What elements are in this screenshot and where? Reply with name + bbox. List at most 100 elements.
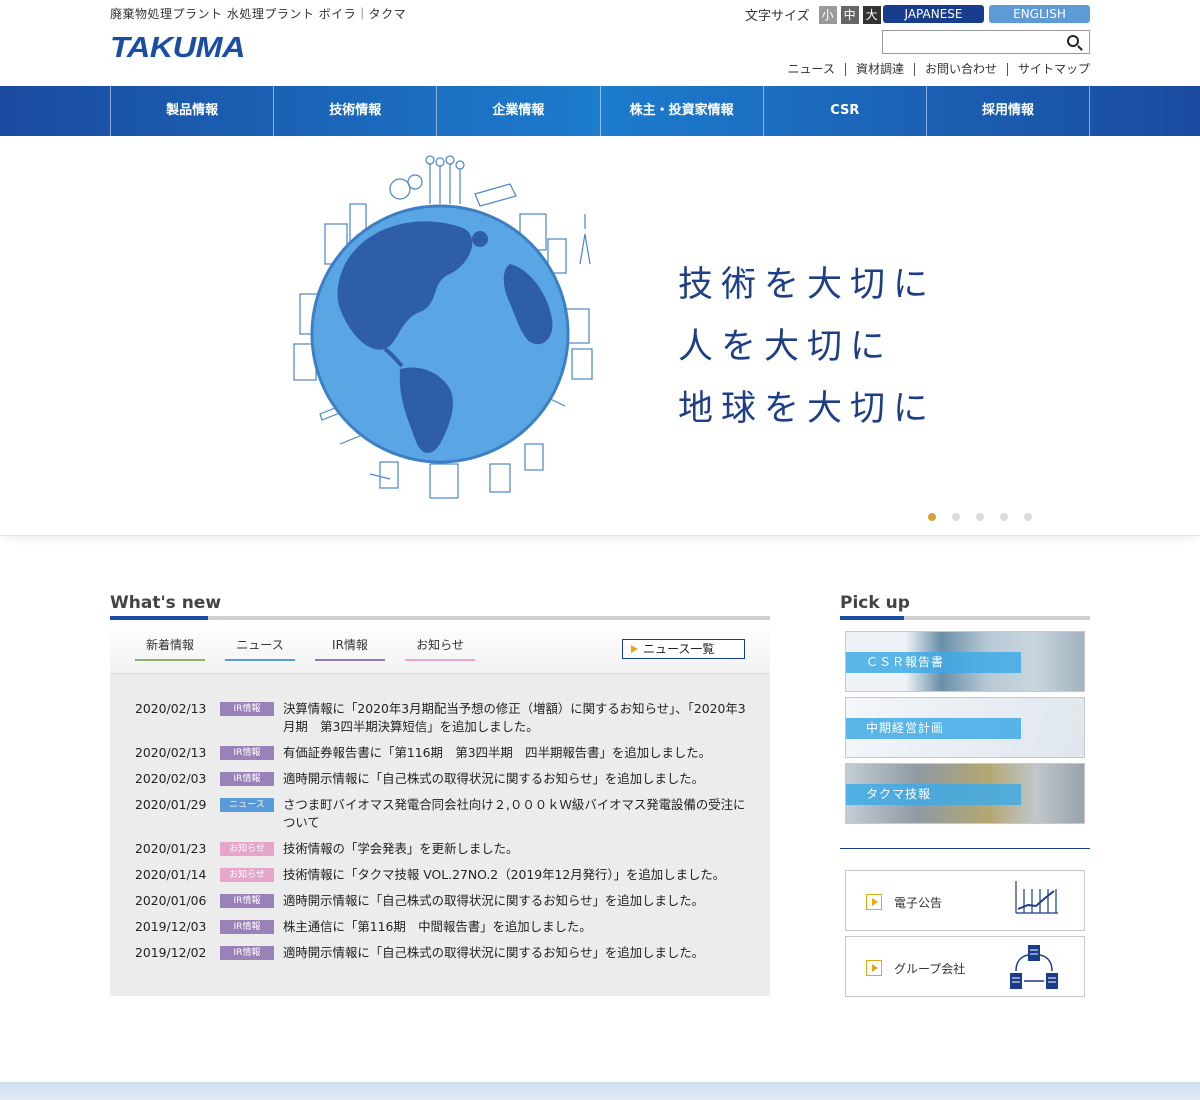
news-date: 2020/02/13 bbox=[135, 745, 207, 760]
news-date: 2020/01/29 bbox=[135, 797, 207, 812]
search-input[interactable] bbox=[887, 31, 1063, 53]
font-size-switcher: 文字サイズ 小 中 大 bbox=[745, 5, 881, 24]
category-badge: IR情報 bbox=[220, 746, 274, 760]
news-item: 2020/01/14 お知らせ 技術情報に「タクマ技報 VOL.27NO.2（201… bbox=[135, 866, 755, 884]
chart-icon bbox=[1015, 881, 1058, 914]
public-notice-link[interactable]: 電子公告 bbox=[845, 870, 1085, 931]
nav-item-company[interactable]: 企業情報 bbox=[437, 86, 601, 136]
nav-item-label: 採用情報 bbox=[981, 103, 1034, 118]
tab-news[interactable]: ニュース bbox=[225, 636, 295, 661]
slider-dot[interactable] bbox=[928, 513, 936, 521]
utility-link-contact[interactable]: お問い合わせ bbox=[913, 63, 1007, 76]
category-badge: IR情報 bbox=[220, 702, 274, 716]
news-item: 2020/02/03 IR情報 適時開示情報に「自己株式の取得状況に関するお知らせ」… bbox=[135, 770, 755, 788]
site-header: 廃棄物処理プラント 水処理プラント ボイラ｜タクマ TAKUMA 文字サイズ 小… bbox=[0, 0, 1200, 86]
main-content: What's new 新着情報 ニュース IR情報 お知らせ ニュース一覧 20… bbox=[0, 536, 1200, 1076]
news-item: 2020/02/13 IR情報 決算情報に「2020年3月期配当予想の修正（増額）に… bbox=[135, 700, 755, 736]
whats-new-divider bbox=[110, 616, 770, 620]
slider-dot[interactable] bbox=[952, 513, 960, 521]
news-date: 2020/02/13 bbox=[135, 701, 207, 716]
font-size-large-button[interactable]: 大 bbox=[862, 5, 881, 24]
news-link[interactable]: 技術情報の「学会発表」を更新しました。 bbox=[283, 840, 753, 858]
group-companies-link[interactable]: グループ会社 bbox=[845, 936, 1085, 997]
news-date: 2020/01/14 bbox=[135, 867, 207, 882]
news-item: 2020/02/13 IR情報 有価証券報告書に「第116期 第3四半期 四半期報告… bbox=[135, 744, 755, 762]
tab-latest[interactable]: 新着情報 bbox=[135, 636, 205, 661]
news-date: 2020/01/06 bbox=[135, 893, 207, 908]
utility-link-procurement[interactable]: 資材調達 bbox=[844, 63, 914, 76]
tab-ir[interactable]: IR情報 bbox=[315, 636, 385, 661]
news-link[interactable]: 決算情報に「2020年3月期配当予想の修正（増額）に関するお知らせ」、「2020… bbox=[283, 700, 753, 736]
nav-item-label: 技術情報 bbox=[329, 103, 382, 118]
category-badge: IR情報 bbox=[220, 946, 274, 960]
search-icon[interactable] bbox=[1067, 35, 1079, 47]
pickup-divider bbox=[840, 616, 1090, 620]
site-tagline: 廃棄物処理プラント 水処理プラント ボイラ｜タクマ bbox=[110, 7, 407, 21]
news-list: 2020/02/13 IR情報 決算情報に「2020年3月期配当予想の修正（増額）に… bbox=[135, 700, 755, 970]
network-icon bbox=[1010, 945, 1058, 989]
news-item: 2020/01/06 IR情報 適時開示情報に「自己株式の取得状況に関するお知らせ」… bbox=[135, 892, 755, 910]
nav-item-label: 製品情報 bbox=[166, 103, 219, 118]
global-nav: 製品情報 技術情報 企業情報 株主・投資家情報 CSR 採用情報 bbox=[0, 86, 1200, 136]
category-badge: お知らせ bbox=[220, 868, 274, 882]
nav-item-technology[interactable]: 技術情報 bbox=[274, 86, 438, 136]
category-badge: お知らせ bbox=[220, 842, 274, 856]
nav-item-investors[interactable]: 株主・投資家情報 bbox=[601, 86, 764, 136]
nav-item-products[interactable]: 製品情報 bbox=[111, 86, 275, 136]
news-link[interactable]: さつま町バイオマス発電合同会社向け２,０００ｋＷ級バイオマス発電設備の受注につい… bbox=[283, 796, 753, 832]
link-label: グループ会社 bbox=[894, 962, 966, 976]
category-badge: IR情報 bbox=[220, 920, 274, 934]
hero-copy: 技術を大切に 人を大切に 地球を大切に bbox=[678, 254, 936, 440]
link-label: 電子公告 bbox=[894, 896, 943, 910]
pickup-separator bbox=[840, 848, 1090, 849]
nav-item-recruit[interactable]: 採用情報 bbox=[927, 86, 1091, 136]
play-arrow-icon bbox=[866, 960, 882, 976]
utility-link-sitemap[interactable]: サイトマップ bbox=[1006, 63, 1090, 76]
news-date: 2020/01/23 bbox=[135, 841, 207, 856]
font-size-small-button[interactable]: 小 bbox=[818, 5, 837, 24]
hero-copy-line: 地球を大切に bbox=[678, 389, 937, 429]
whats-new-tabs: 新着情報 ニュース IR情報 お知らせ ニュース一覧 bbox=[110, 624, 770, 674]
news-link[interactable]: 株主通信に「第116期 中間報告書」を追加しました。 bbox=[283, 918, 753, 936]
utility-link-news[interactable]: ニュース bbox=[778, 63, 845, 76]
category-badge: IR情報 bbox=[220, 772, 274, 786]
font-size-medium-button[interactable]: 中 bbox=[840, 5, 859, 24]
news-item: 2020/01/23 お知らせ 技術情報の「学会発表」を更新しました。 bbox=[135, 840, 755, 858]
news-link[interactable]: 有価証券報告書に「第116期 第3四半期 四半期報告書」を追加しました。 bbox=[283, 744, 753, 762]
english-button[interactable]: ENGLISH bbox=[989, 5, 1090, 23]
csr-report-banner[interactable]: ＣＳＲ報告書 bbox=[845, 631, 1085, 692]
mid-term-plan-banner[interactable]: 中期経営計画 bbox=[845, 697, 1085, 758]
slider-dot[interactable] bbox=[1024, 513, 1032, 521]
news-item: 2019/12/03 IR情報 株主通信に「第116期 中間報告書」を追加しました。 bbox=[135, 918, 755, 936]
category-badge: ニュース bbox=[220, 798, 274, 812]
nav-item-csr[interactable]: CSR bbox=[764, 86, 927, 136]
hero-copy-line: 技術を大切に bbox=[678, 265, 937, 305]
technical-review-banner[interactable]: タクマ技報 bbox=[845, 763, 1085, 824]
hero-slider: 技術を大切に 人を大切に 地球を大切に bbox=[0, 136, 1200, 536]
news-date: 2019/12/02 bbox=[135, 945, 207, 960]
japanese-button[interactable]: JAPANESE bbox=[883, 5, 984, 23]
news-date: 2020/02/03 bbox=[135, 771, 207, 786]
font-size-label: 文字サイズ bbox=[745, 9, 810, 24]
pickup-title: Pick up bbox=[840, 593, 910, 613]
slider-dot[interactable] bbox=[976, 513, 984, 521]
nav-item-label: 株主・投資家情報 bbox=[629, 103, 734, 118]
news-link[interactable]: 適時開示情報に「自己株式の取得状況に関するお知らせ」を追加しました。 bbox=[283, 892, 753, 910]
slider-pagination bbox=[928, 513, 1048, 521]
globe-illustration bbox=[293, 155, 593, 499]
news-link[interactable]: 適時開示情報に「自己株式の取得状況に関するお知らせ」を追加しました。 bbox=[283, 944, 753, 962]
news-list-button[interactable]: ニュース一覧 bbox=[622, 639, 745, 659]
whats-new-title: What's new bbox=[110, 593, 222, 613]
nav-item-label: 企業情報 bbox=[492, 103, 545, 118]
play-arrow-icon bbox=[866, 894, 882, 910]
utility-nav: ニュース 資材調達 お問い合わせ サイトマップ bbox=[778, 63, 1090, 76]
slider-dot[interactable] bbox=[1000, 513, 1008, 521]
whats-new-panel: 新着情報 ニュース IR情報 お知らせ ニュース一覧 2020/02/13 IR情… bbox=[110, 624, 770, 996]
news-link[interactable]: 技術情報に「タクマ技報 VOL.27NO.2（2019年12月発行）」を追加しま… bbox=[283, 866, 753, 884]
tab-notices[interactable]: お知らせ bbox=[405, 636, 475, 661]
hero-copy-line: 人を大切に bbox=[678, 327, 894, 367]
news-link[interactable]: 適時開示情報に「自己株式の取得状況に関するお知らせ」を追加しました。 bbox=[283, 770, 753, 788]
category-badge: IR情報 bbox=[220, 894, 274, 908]
banner-label: ＣＳＲ報告書 bbox=[846, 652, 1021, 673]
takuma-logo[interactable]: TAKUMA bbox=[110, 32, 246, 65]
